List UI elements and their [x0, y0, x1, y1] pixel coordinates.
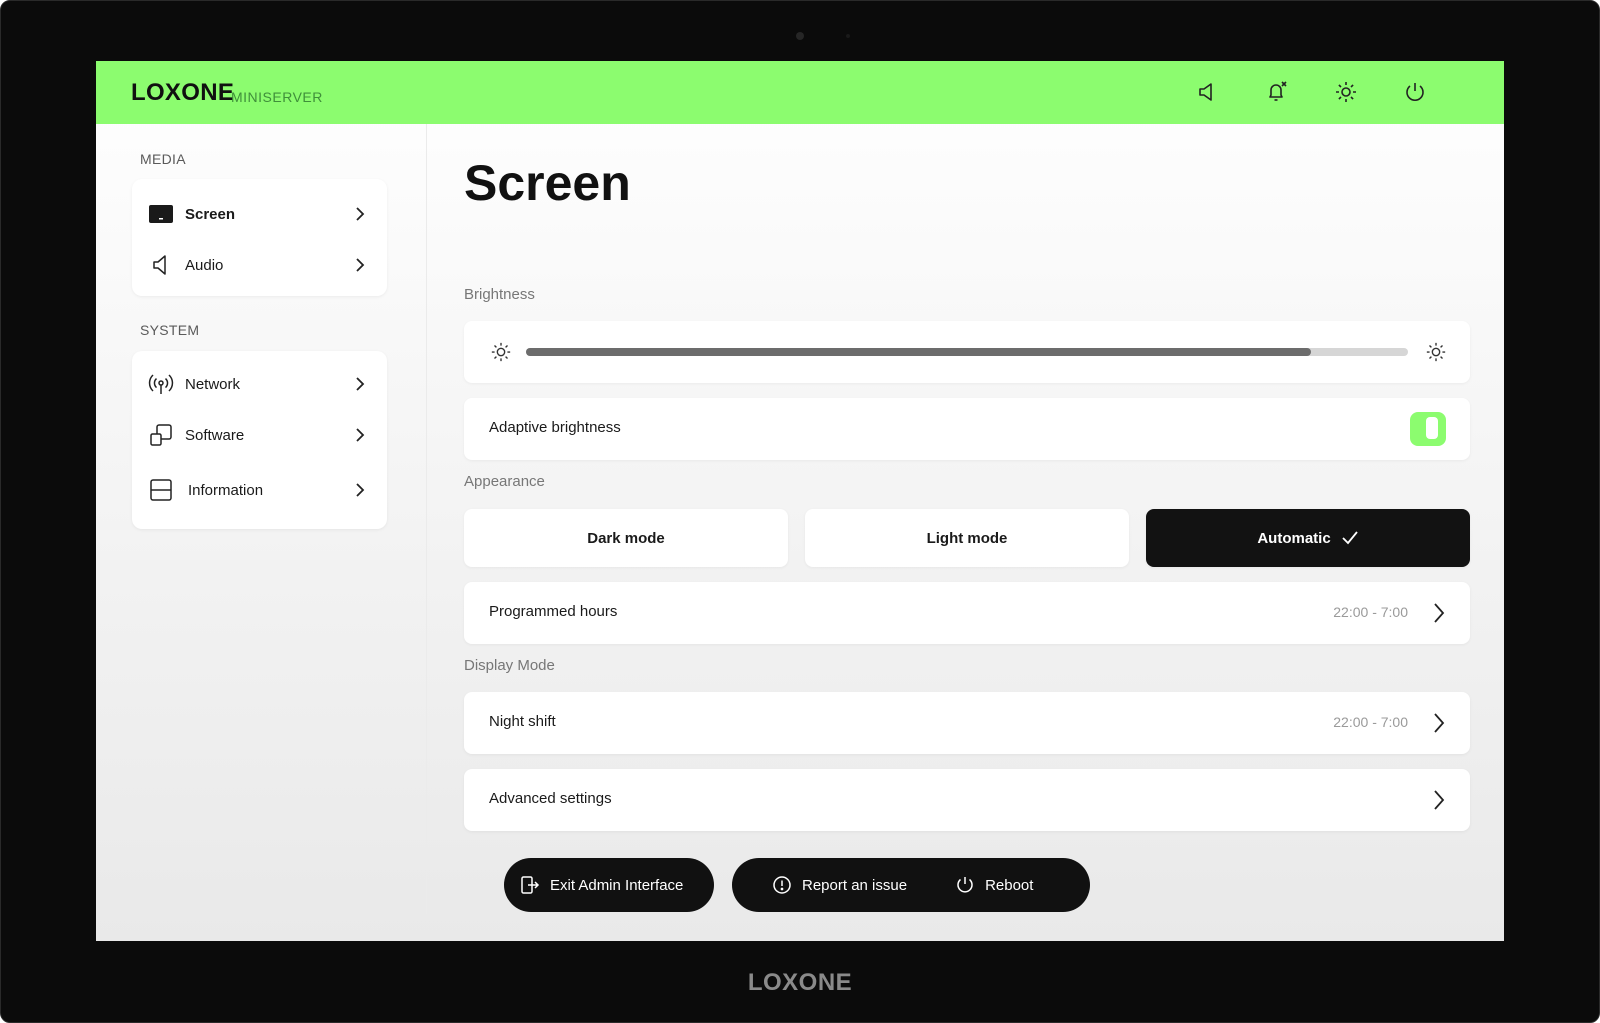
chevron-right-icon: [353, 205, 367, 223]
automatic-option[interactable]: Automatic: [1146, 509, 1470, 567]
display-mode-label: Display Mode: [464, 657, 555, 674]
programmed-hours-label: Programmed hours: [489, 603, 618, 620]
brightness-slider-fill: [526, 348, 1311, 356]
media-card: Screen Audio: [132, 179, 387, 296]
brightness-high-icon: [1424, 340, 1448, 364]
brightness-row: [464, 321, 1470, 383]
programmed-hours-row[interactable]: Programmed hours 22:00 - 7:00: [464, 582, 1470, 644]
chevron-right-icon: [353, 375, 367, 393]
programmed-hours-value: 22:00 - 7:00: [1333, 604, 1408, 620]
chevron-right-icon: [1432, 712, 1446, 734]
sidebar-item-label: Network: [185, 375, 241, 393]
brightness-low-icon: [489, 340, 513, 364]
screen-icon: [148, 201, 174, 227]
report-issue-label: Report an issue: [802, 876, 908, 894]
top-bar: LOXONE MINISERVER: [96, 61, 1504, 124]
app-screen: LOXONE MINISERVER MEDIA Screen Audio SYS…: [96, 61, 1504, 941]
brightness-slider[interactable]: [526, 348, 1408, 356]
reboot-label: Reboot: [985, 876, 1034, 894]
sidebar-item-network[interactable]: Network: [132, 359, 387, 409]
exit-admin-action: Exit Admin Interface: [520, 875, 683, 895]
sidebar-item-information[interactable]: Information: [132, 465, 387, 515]
sidebar-item-label: Screen: [185, 205, 236, 223]
chevron-right-icon: [1432, 789, 1446, 811]
night-shift-label: Night shift: [489, 713, 556, 730]
system-actions-pill: Report an issue Reboot: [732, 858, 1090, 912]
automatic-label: Automatic: [1257, 529, 1331, 547]
sidebar-item-screen[interactable]: Screen: [132, 189, 387, 239]
software-icon: [148, 422, 174, 448]
power-icon: [955, 875, 975, 895]
report-issue-button[interactable]: Report an issue: [772, 875, 907, 895]
media-section-label: MEDIA: [140, 151, 186, 167]
sidebar-item-software[interactable]: Software: [132, 410, 387, 460]
sidebar-item-label: Information: [188, 481, 264, 499]
adaptive-brightness-toggle[interactable]: [1410, 412, 1446, 446]
page-title: Screen: [464, 155, 631, 211]
chevron-right-icon: [353, 256, 367, 274]
chevron-right-icon: [353, 426, 367, 444]
chevron-right-icon: [353, 481, 367, 499]
reboot-button[interactable]: Reboot: [955, 875, 1033, 895]
system-card: Network Software Information: [132, 351, 387, 529]
dark-mode-option[interactable]: Dark mode: [464, 509, 788, 567]
power-icon[interactable]: [1400, 77, 1430, 107]
speaker-icon[interactable]: [1192, 77, 1222, 107]
main-content: Screen Brightness Adaptive brightness Ap…: [464, 124, 1472, 844]
toggle-knob: [1426, 417, 1438, 439]
night-shift-value: 22:00 - 7:00: [1333, 714, 1408, 730]
light-sensor: [846, 34, 850, 38]
brand-subtitle: MINISERVER: [231, 89, 323, 105]
exit-icon: [520, 875, 540, 895]
information-icon: [148, 477, 174, 503]
night-shift-row[interactable]: Night shift 22:00 - 7:00: [464, 692, 1470, 754]
sidebar-item-label: Software: [185, 426, 245, 444]
sidebar-item-label: Audio: [185, 256, 224, 274]
speaker-icon: [148, 252, 174, 278]
light-mode-label: Light mode: [926, 529, 1008, 547]
brightness-label: Brightness: [464, 286, 535, 303]
advanced-settings-row[interactable]: Advanced settings: [464, 769, 1470, 831]
tablet-device: LOXONE MINISERVER MEDIA Screen Audio SYS…: [0, 0, 1600, 1023]
chevron-right-icon: [1432, 602, 1446, 624]
appearance-segmented-control: Dark mode Light mode Automatic: [464, 509, 1472, 567]
sidebar: MEDIA Screen Audio SYSTEM Network Softwa…: [96, 124, 427, 914]
brand-logo: LOXONE: [131, 79, 235, 106]
appearance-label: Appearance: [464, 473, 545, 490]
adaptive-brightness-label: Adaptive brightness: [489, 419, 621, 436]
light-mode-option[interactable]: Light mode: [805, 509, 1129, 567]
bell-off-icon[interactable]: [1262, 77, 1292, 107]
exit-admin-button[interactable]: Exit Admin Interface: [504, 858, 714, 912]
camera-lens: [796, 32, 804, 40]
sidebar-item-audio[interactable]: Audio: [132, 240, 387, 290]
adaptive-brightness-row: Adaptive brightness: [464, 398, 1470, 460]
checkmark-icon: [1341, 530, 1359, 546]
antenna-icon: [148, 371, 174, 397]
bezel-logo: LOXONE: [747, 969, 853, 996]
brightness-icon[interactable]: [1331, 77, 1361, 107]
dark-mode-label: Dark mode: [587, 529, 665, 547]
exit-admin-label: Exit Admin Interface: [550, 876, 684, 894]
alert-circle-icon: [772, 875, 792, 895]
system-section-label: SYSTEM: [140, 322, 200, 338]
advanced-settings-label: Advanced settings: [489, 790, 612, 807]
